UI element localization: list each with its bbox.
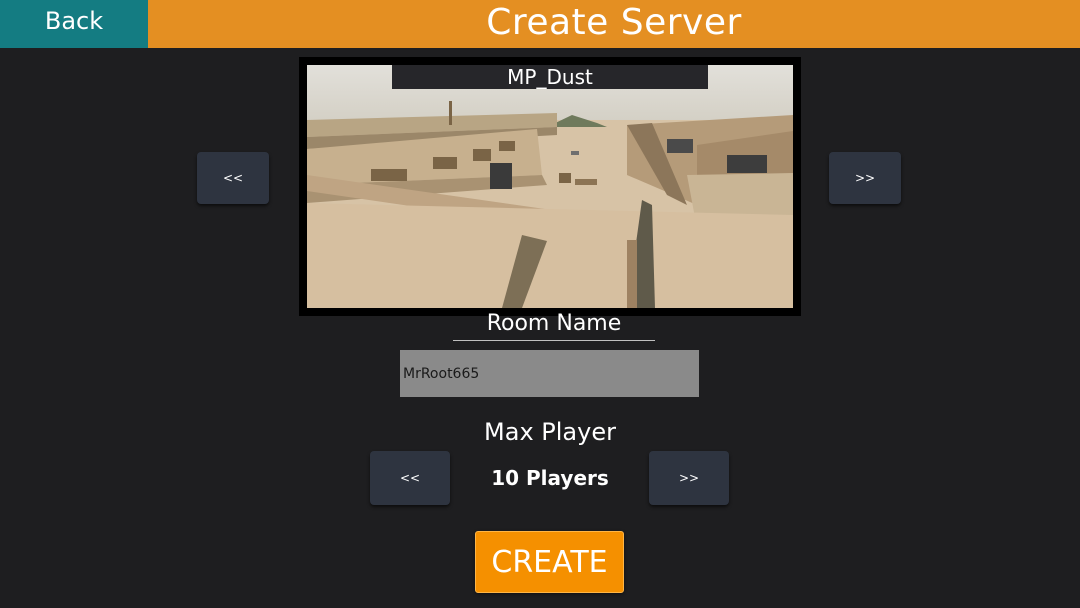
desert-map-illustration: [307, 65, 793, 308]
room-name-label: Room Name: [453, 309, 655, 341]
max-player-value: 10 Players: [491, 466, 609, 490]
max-player-label: Max Player: [484, 418, 616, 446]
next-map-button[interactable]: >>: [829, 152, 901, 204]
increase-players-button[interactable]: >>: [649, 451, 729, 505]
map-name-label: MP_Dust: [392, 65, 708, 89]
top-bar: Back Create Server: [0, 0, 1080, 48]
create-button[interactable]: CREATE: [475, 531, 624, 593]
map-preview-frame: MP_Dust: [299, 57, 801, 316]
decrease-players-button[interactable]: <<: [370, 451, 450, 505]
page-title: Create Server: [486, 1, 742, 43]
back-button[interactable]: Back: [0, 0, 148, 48]
previous-map-button[interactable]: <<: [197, 152, 269, 204]
map-preview-image[interactable]: MP_Dust: [307, 65, 793, 308]
room-name-input[interactable]: [400, 350, 699, 397]
